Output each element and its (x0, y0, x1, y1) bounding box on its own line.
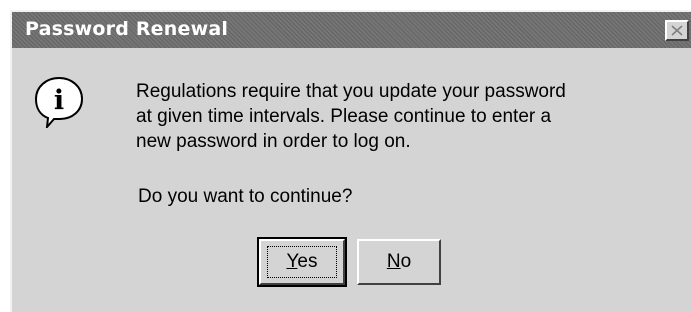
yes-button[interactable]: Yes (257, 237, 347, 287)
message-line-3: new password in order to log on. (136, 131, 411, 152)
message-text: Regulations require that you update your… (136, 79, 676, 154)
password-renewal-dialog: Password Renewal i Regulations require t… (10, 10, 691, 312)
no-button[interactable]: No (357, 239, 441, 285)
yes-label-rest: es (297, 251, 318, 272)
message-line-2: at given time intervals. Please continue… (136, 106, 552, 127)
title-bar[interactable]: Password Renewal (12, 12, 691, 48)
info-glyph: i (54, 85, 64, 116)
no-accelerator: N (386, 251, 401, 272)
yes-accelerator: Y (286, 251, 298, 272)
confirm-question: Do you want to continue? (138, 186, 353, 207)
dialog-title: Password Renewal (25, 18, 229, 40)
close-icon (671, 25, 683, 36)
no-label-rest: o (400, 251, 412, 272)
close-button[interactable] (665, 20, 689, 41)
info-icon: i (34, 76, 84, 128)
message-line-1: Regulations require that you update your… (136, 81, 566, 102)
